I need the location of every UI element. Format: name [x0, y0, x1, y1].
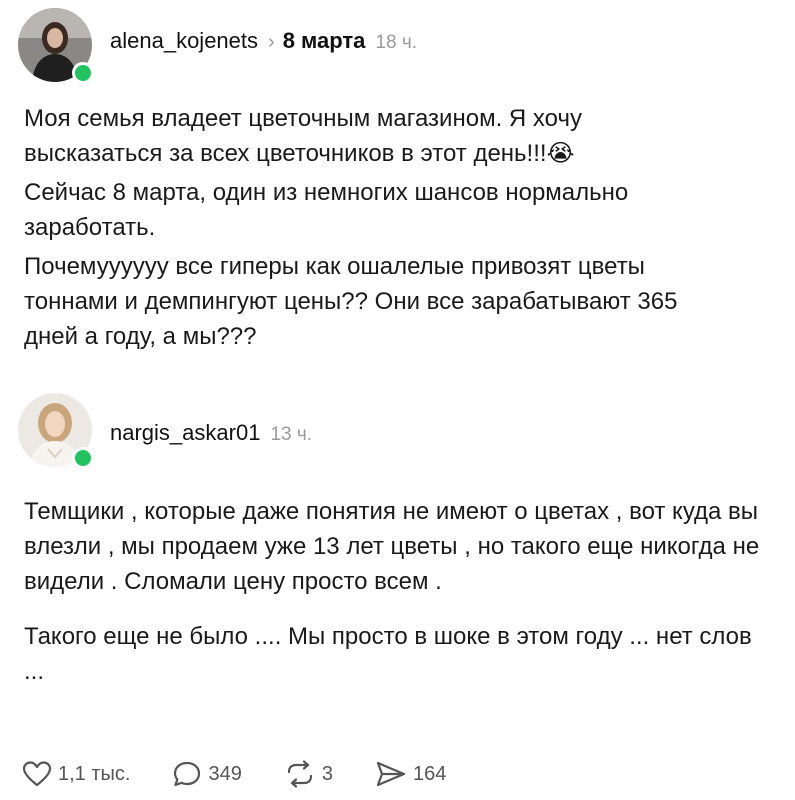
reply-paragraph: Такого еще не было .... Мы просто в шоке… [24, 623, 752, 685]
post-topic[interactable]: 8 марта [283, 28, 366, 54]
reply-meta: nargis_askar01 13 ч. [110, 420, 312, 446]
like-button[interactable]: 1,1 тыс. [22, 760, 130, 788]
repost-button[interactable]: 3 [284, 760, 333, 788]
reply-body: Темщики , которые даже понятия не имеют … [24, 494, 779, 689]
post-paragraph: Моя семья владеет цветочным магазином. Я… [24, 105, 582, 167]
post-author[interactable]: alena_kojenets [110, 28, 258, 54]
heart-icon [22, 761, 52, 787]
speech-bubble-icon [174, 761, 201, 787]
like-count: 1,1 тыс. [58, 762, 131, 785]
reply-paragraph: Темщики , которые даже понятия не имеют … [24, 498, 760, 595]
share-button[interactable]: 164 [375, 760, 446, 788]
comment-count: 349 [208, 762, 242, 785]
reply-time: 13 ч. [270, 424, 313, 445]
chevron-right-icon: › [268, 31, 275, 53]
avatar-alena[interactable] [18, 8, 94, 84]
share-count: 164 [412, 762, 447, 785]
repost-count: 3 [321, 762, 333, 785]
send-icon [376, 761, 406, 787]
avatar-nargis[interactable] [18, 393, 94, 469]
post-meta: alena_kojenets › 8 марта 18 ч. [110, 28, 417, 54]
online-indicator [72, 62, 94, 84]
online-indicator [72, 447, 94, 469]
post-paragraph: Сейчас 8 марта, один из немногих шансов … [24, 179, 629, 241]
comment-button[interactable]: 349 [172, 760, 242, 788]
reply-author[interactable]: nargis_askar01 [110, 420, 260, 446]
reply-actions: 1,1 тыс. 349 3 164 [22, 760, 488, 788]
post-paragraph: Почемуууууу все гиперы как ошалелые прив… [24, 253, 678, 350]
post-time: 18 ч. [375, 32, 418, 53]
post-body: Моя семья владеет цветочным магазином. Я… [24, 101, 714, 354]
repost-icon [287, 760, 312, 788]
